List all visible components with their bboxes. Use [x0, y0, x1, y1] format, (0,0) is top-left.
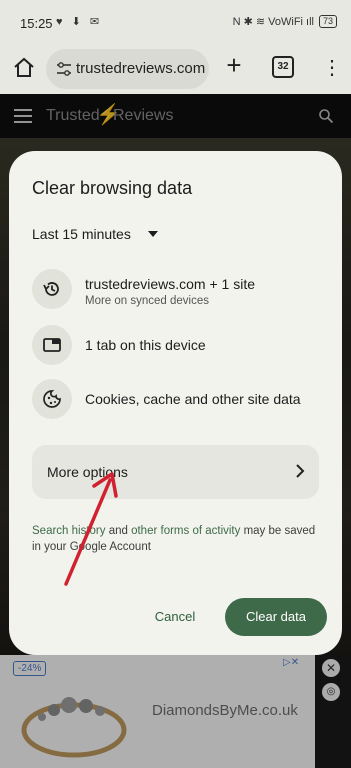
clear-browsing-dialog: Clear browsing data Last 15 minutes trus… [9, 151, 342, 655]
system-icons: N ✱ ≋ VoWiFi ıll 73 [233, 15, 337, 28]
home-icon[interactable] [12, 56, 36, 80]
history-item-subtitle: More on synced devices [85, 295, 210, 307]
clear-data-button[interactable]: Clear data [225, 598, 327, 636]
time-range-value[interactable]: Last 15 minutes [32, 226, 131, 242]
tabs-item-title: 1 tab on this device [85, 337, 206, 353]
tab-switcher-button[interactable]: 32 [272, 56, 294, 78]
status-time: 15:25 [20, 16, 53, 31]
dialog-title: Clear browsing data [32, 178, 193, 198]
other-activity-link[interactable]: other forms of activity [131, 525, 240, 537]
battery-icon: 73 [318, 15, 337, 28]
notification-icons: ♥ ⬇ ✉ [56, 16, 103, 28]
cookies-item: Cookies, cache and other site data [32, 379, 322, 419]
history-item: trustedreviews.com + 1 site More on sync… [32, 269, 322, 309]
tune-icon[interactable] [56, 61, 72, 77]
url-bar[interactable]: trustedreviews.com [46, 49, 209, 89]
url-text: trustedreviews.com [76, 60, 206, 77]
dropdown-caret-icon[interactable] [148, 231, 158, 237]
history-icon [32, 269, 72, 309]
history-item-title: trustedreviews.com + 1 site [85, 276, 256, 292]
browser-toolbar: trustedreviews.com + 32 ⋮ [0, 44, 351, 94]
cookies-item-title: Cookies, cache and other site data [85, 391, 301, 407]
tab-icon [32, 325, 72, 365]
tabs-item: 1 tab on this device [32, 325, 322, 365]
cookie-icon [32, 379, 72, 419]
new-tab-button[interactable]: + [222, 52, 246, 78]
menu-icon[interactable]: ⋮ [322, 56, 342, 80]
signal-icons: N ✱ ≋ VoWiFi ıll [232, 16, 314, 28]
annotation-arrow [64, 472, 118, 586]
cancel-button[interactable]: Cancel [149, 599, 201, 635]
status-bar: 15:25 ♥ ⬇ ✉ N ✱ ≋ VoWiFi ıll 73 [0, 0, 351, 44]
chevron-right-icon [296, 464, 305, 478]
